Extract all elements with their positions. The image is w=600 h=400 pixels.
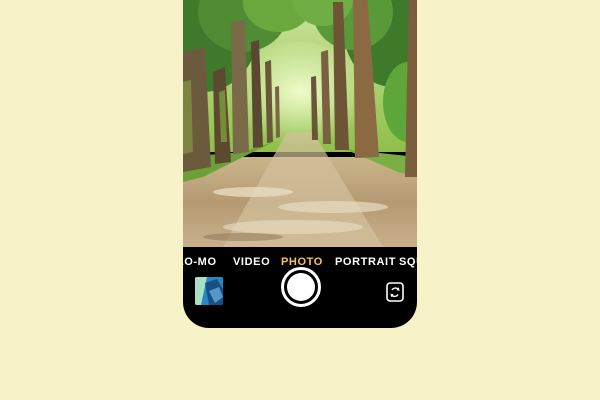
shutter-button[interactable] <box>281 267 321 307</box>
background: SLO-MO VIDEO PHOTO PORTRAIT SQUARE <box>0 0 600 400</box>
shutter-inner-circle <box>287 273 315 301</box>
mode-slo-mo[interactable]: SLO-MO <box>183 254 217 270</box>
mode-portrait[interactable]: PORTRAIT <box>335 254 396 270</box>
mode-video[interactable]: VIDEO <box>233 254 270 270</box>
viewfinder-scene <box>183 0 417 247</box>
phone-screen: SLO-MO VIDEO PHOTO PORTRAIT SQUARE <box>183 0 417 328</box>
camera-switch-icon[interactable] <box>386 281 404 303</box>
mode-square[interactable]: SQUARE <box>399 254 417 270</box>
photo-thumbnail[interactable] <box>195 277 223 305</box>
camera-viewfinder[interactable] <box>183 0 417 247</box>
rotate-camera-icon <box>386 282 404 302</box>
thumbnail-image-icon <box>195 277 223 305</box>
